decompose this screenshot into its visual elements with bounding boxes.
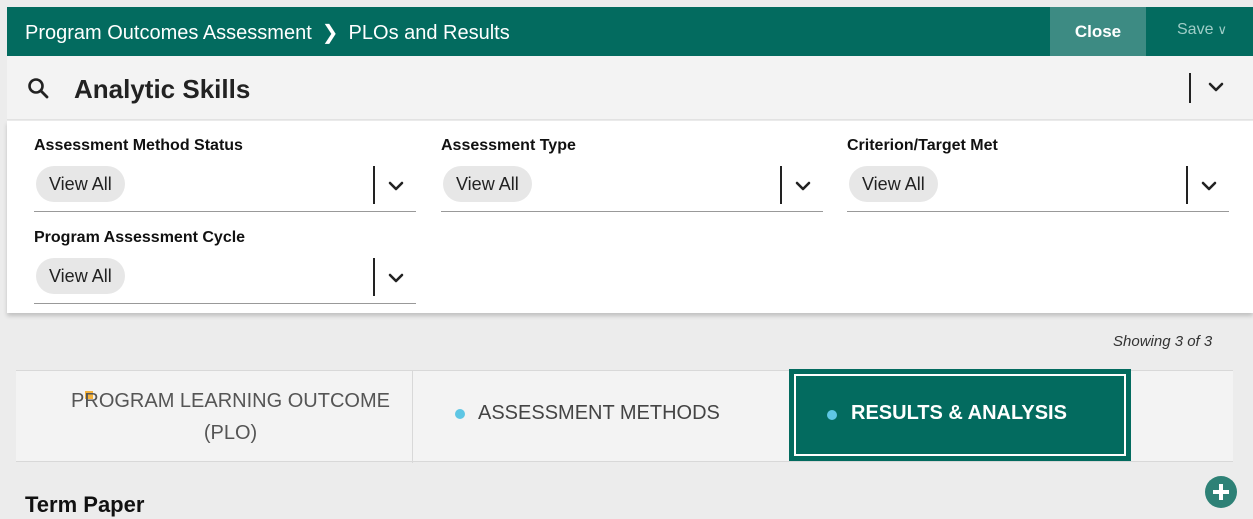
filter-label: Assessment Type: [441, 137, 576, 154]
close-button[interactable]: Close: [1050, 7, 1146, 56]
chevron-down-icon[interactable]: [1207, 78, 1225, 96]
filter-label: Assessment Method Status: [34, 137, 243, 154]
results-count: Showing 3 of 3: [1113, 333, 1213, 350]
filter-label: Criterion/Target Met: [847, 137, 998, 154]
chevron-down-icon: ∨: [1217, 22, 1227, 37]
tab-bar: PROGRAM LEARNING OUTCOME (PLO) ASSESSMEN…: [16, 369, 1233, 463]
tab-label: RESULTS & ANALYSIS: [851, 402, 1067, 424]
filter-value-chip[interactable]: View All: [36, 258, 125, 294]
filter-value-chip[interactable]: View All: [36, 166, 125, 202]
divider: [780, 166, 782, 204]
filter-criterion-target-met[interactable]: Criterion/Target Met View All: [847, 121, 1229, 212]
filter-assessment-method-status[interactable]: Assessment Method Status View All: [34, 121, 416, 212]
breadcrumb-parent-link[interactable]: Program Outcomes Assessment: [25, 22, 312, 44]
tab-assessment-methods[interactable]: ASSESSMENT METHODS: [413, 371, 789, 463]
filter-value-chip[interactable]: View All: [443, 166, 532, 202]
tab-program-learning-outcome[interactable]: PROGRAM LEARNING OUTCOME (PLO): [16, 371, 413, 463]
filter-value-chip[interactable]: View All: [849, 166, 938, 202]
dot-indicator-icon: [455, 409, 465, 419]
field-underline: [34, 211, 416, 212]
filter-assessment-type[interactable]: Assessment Type View All: [441, 121, 823, 212]
tab-label: PROGRAM LEARNING OUTCOME (PLO): [71, 390, 390, 444]
plus-circle-icon[interactable]: [1205, 476, 1237, 508]
divider: [373, 258, 375, 296]
field-underline: [847, 211, 1229, 212]
chevron-down-icon[interactable]: [1200, 177, 1218, 195]
record-selector: Analytic Skills: [7, 56, 1253, 120]
tab-label: ASSESSMENT METHODS: [478, 402, 720, 424]
divider: [1186, 166, 1188, 204]
divider: [1189, 73, 1191, 103]
breadcrumb-current: PLOs and Results: [348, 22, 510, 44]
tab-results-analysis[interactable]: RESULTS & ANALYSIS: [789, 369, 1131, 461]
save-dropdown-button[interactable]: Save ∨: [1177, 21, 1227, 39]
chevron-right-icon: ❯: [321, 22, 339, 44]
selected-record-title[interactable]: Analytic Skills: [74, 74, 250, 105]
field-underline: [441, 211, 823, 212]
filter-program-assessment-cycle[interactable]: Program Assessment Cycle View All: [34, 213, 416, 304]
divider: [373, 166, 375, 204]
search-icon[interactable]: [27, 77, 49, 99]
filter-label: Program Assessment Cycle: [34, 229, 246, 246]
dot-indicator-icon: [827, 410, 837, 420]
chevron-down-icon[interactable]: [387, 269, 405, 287]
save-label: Save: [1177, 21, 1214, 38]
field-underline: [34, 303, 416, 304]
chevron-down-icon[interactable]: [387, 177, 405, 195]
section-title: Term Paper: [25, 492, 145, 517]
breadcrumb: Program Outcomes Assessment ❯ PLOs and Res…: [25, 20, 510, 45]
top-bar: Program Outcomes Assessment ❯ PLOs and Res…: [7, 7, 1253, 56]
chevron-down-icon[interactable]: [794, 177, 812, 195]
filter-panel: Assessment Method Status View All Assess…: [7, 121, 1253, 313]
